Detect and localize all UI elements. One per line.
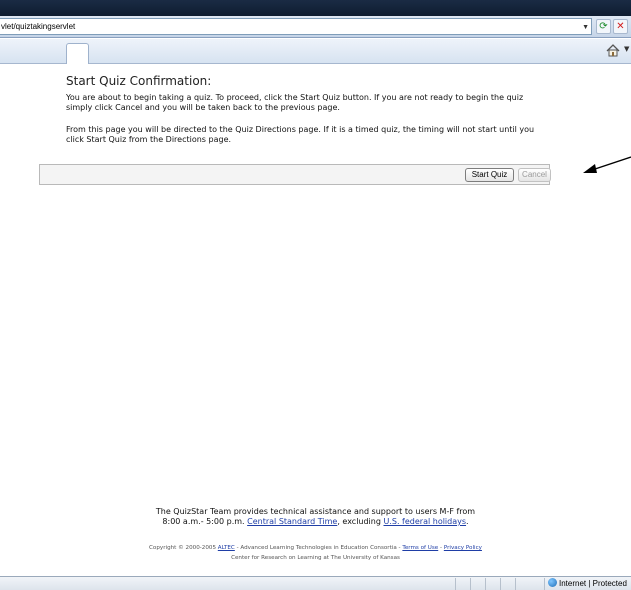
copyright-notice: Copyright © 2000-2005 ALTEC - Advanced L… — [0, 543, 631, 563]
button-bar: Start Quiz Cancel — [39, 164, 551, 185]
support-line-2: 8:00 a.m.- 5:00 p.m. Central Standard Ti… — [0, 517, 631, 527]
terms-link[interactable]: Terms of Use — [402, 545, 438, 551]
address-field[interactable]: vlet/quiztakingservlet ▼ — [0, 18, 592, 35]
start-quiz-button[interactable]: Start Quiz — [465, 168, 514, 182]
copyright-text: Copyright © 2000-2005 — [149, 545, 217, 551]
period-text: . — [466, 517, 469, 526]
zone-label: Internet | Protected — [559, 579, 627, 588]
copyright-line-1: Copyright © 2000-2005 ALTEC - Advanced L… — [0, 543, 631, 553]
refresh-icon[interactable]: ⟳ — [596, 19, 611, 34]
altec-description: - Advanced Learning Technologies in Educ… — [236, 545, 401, 551]
holidays-link[interactable]: U.S. federal holidays — [383, 517, 466, 526]
cancel-button[interactable]: Cancel — [518, 168, 551, 182]
support-hours: 8:00 a.m.- 5:00 p.m. — [162, 517, 245, 526]
page-content: Start Quiz Confirmation: You are about t… — [0, 65, 631, 576]
intro-paragraph: You are about to begin taking a quiz. To… — [66, 93, 524, 112]
status-pane — [515, 578, 516, 590]
support-notice: The QuizStar Team provides technical ass… — [0, 507, 631, 527]
stop-icon[interactable]: ✕ — [613, 19, 628, 34]
separator-text: - — [440, 545, 443, 551]
support-line-1: The QuizStar Team provides technical ass… — [155, 507, 476, 516]
status-pane — [485, 578, 486, 590]
status-bar: Internet | Protected — [0, 576, 631, 590]
tab-bar: ▼ — [0, 39, 631, 64]
address-bar: vlet/quiztakingservlet ▼ ⟳ ✕ — [0, 16, 631, 38]
address-dropdown-icon[interactable]: ▼ — [582, 20, 589, 35]
central-time-link[interactable]: Central Standard Time — [247, 517, 337, 526]
altec-link[interactable]: ALTEC — [218, 545, 235, 551]
pointer-arrow-icon — [583, 156, 631, 173]
directions-paragraph: From this page you will be directed to t… — [66, 125, 535, 144]
home-icon[interactable] — [606, 44, 620, 57]
address-text: vlet/quiztakingservlet — [1, 22, 76, 31]
browser-tab[interactable] — [66, 43, 89, 64]
copyright-line-2: Center for Research on Learning at The U… — [231, 555, 400, 561]
privacy-link[interactable]: Privacy Policy — [444, 545, 482, 551]
globe-icon — [548, 578, 557, 587]
status-pane — [500, 578, 501, 590]
status-pane — [544, 578, 545, 590]
status-pane — [470, 578, 471, 590]
security-zone[interactable]: Internet | Protected — [548, 578, 627, 590]
status-pane — [455, 578, 456, 590]
page-title: Start Quiz Confirmation: — [66, 74, 212, 88]
title-bar — [0, 0, 631, 16]
excluding-text: , excluding — [337, 517, 381, 526]
home-dropdown-icon[interactable]: ▼ — [624, 45, 629, 53]
